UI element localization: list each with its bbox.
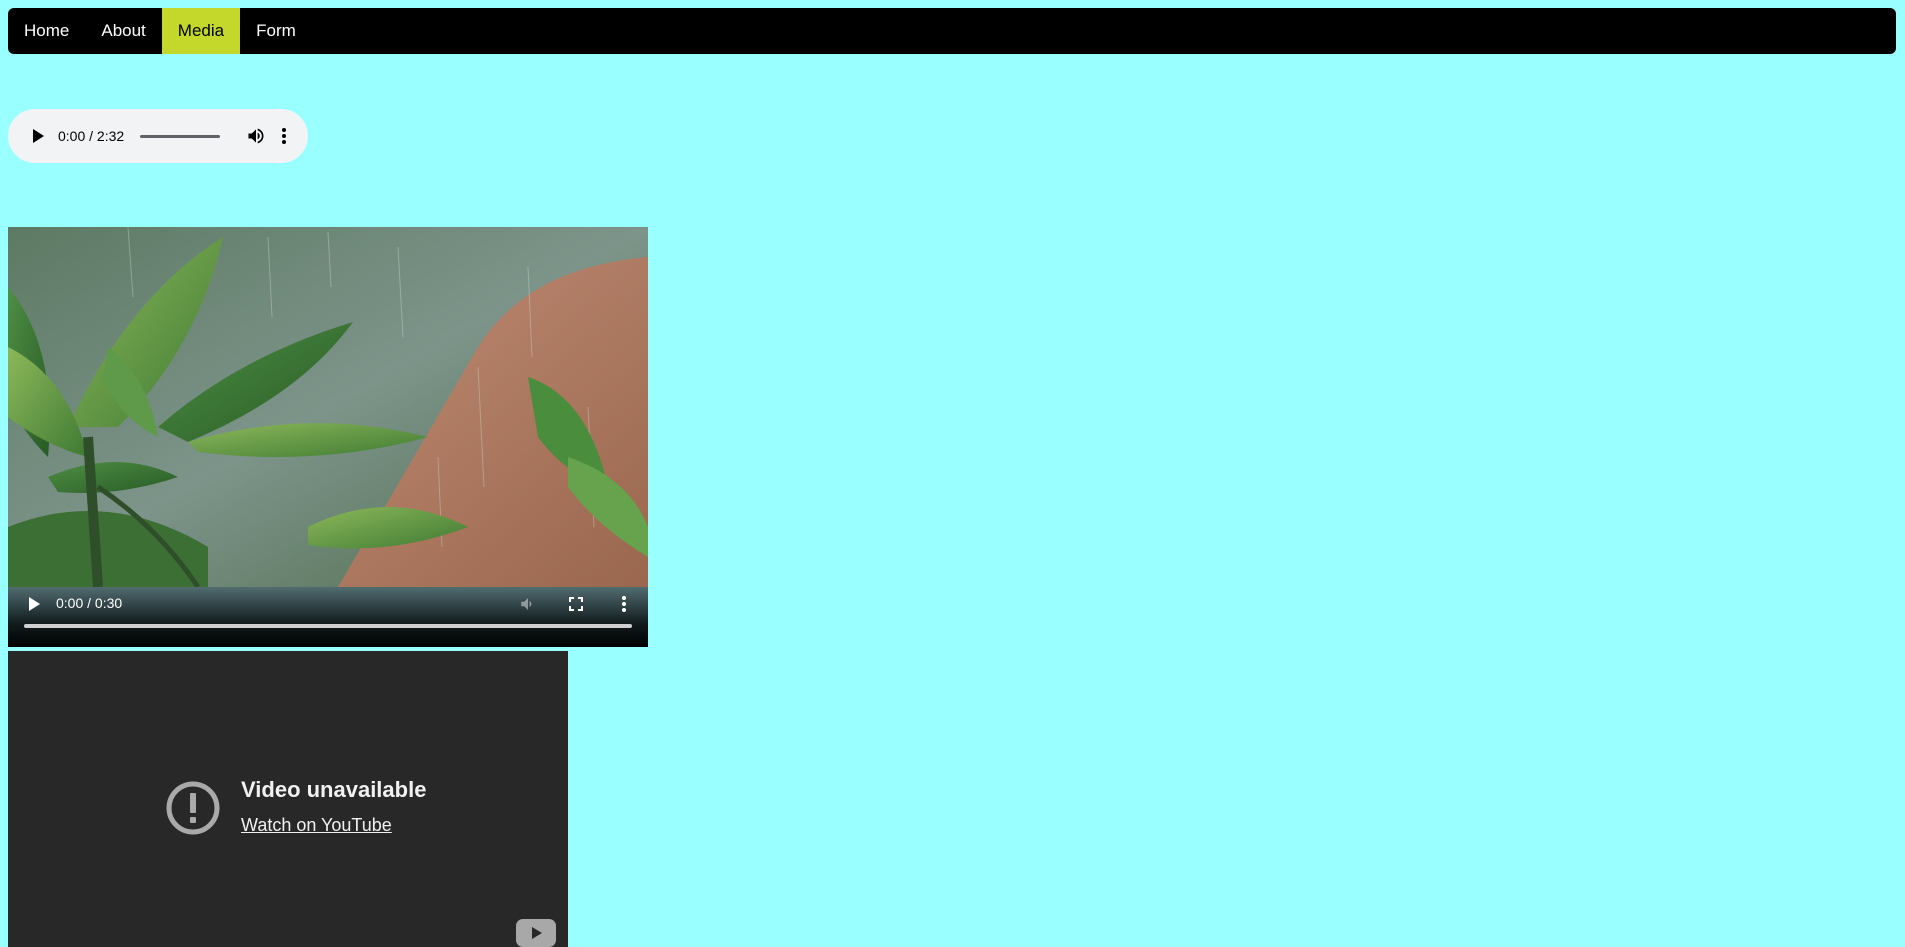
audio-more-button[interactable] [276,124,292,148]
volume-icon [248,128,264,144]
video-more-button[interactable] [616,592,632,616]
audio-play-button[interactable] [26,124,50,148]
youtube-logo-icon[interactable] [516,919,556,947]
youtube-error-title: Video unavailable [241,777,427,802]
alert-circle-icon [166,781,220,835]
watch-on-youtube-link[interactable]: Watch on YouTube [241,815,392,836]
fullscreen-icon [569,597,583,611]
more-vert-icon [282,128,287,144]
nav-item-form[interactable]: Form [240,8,312,54]
video-fullscreen-button[interactable] [564,592,588,616]
audio-volume-button[interactable] [244,124,268,148]
audio-player: 0:00 / 2:32 [8,109,308,163]
video-play-button[interactable] [22,592,46,616]
nav-item-home[interactable]: Home [8,8,85,54]
video-time: 0:00 / 0:30 [56,595,123,611]
video-frame [8,227,648,587]
youtube-embed: Video unavailable Watch on YouTube [8,651,568,947]
play-icon [33,129,44,143]
video-player[interactable]: 0:00 / 0:30 [8,227,648,647]
nav-item-media[interactable]: Media [161,8,241,54]
video-mute-button[interactable] [516,592,540,616]
audio-progress-slider[interactable] [140,134,221,138]
video-progress-bar[interactable] [24,624,632,628]
play-icon [29,597,40,611]
video-controls: 0:00 / 0:30 [8,587,648,647]
main-navbar: Home About Media Form [8,8,1896,54]
more-vert-icon [622,596,626,612]
audio-time: 0:00 / 2:32 [58,128,125,144]
nav-item-about[interactable]: About [85,8,161,54]
volume-icon [521,598,532,610]
